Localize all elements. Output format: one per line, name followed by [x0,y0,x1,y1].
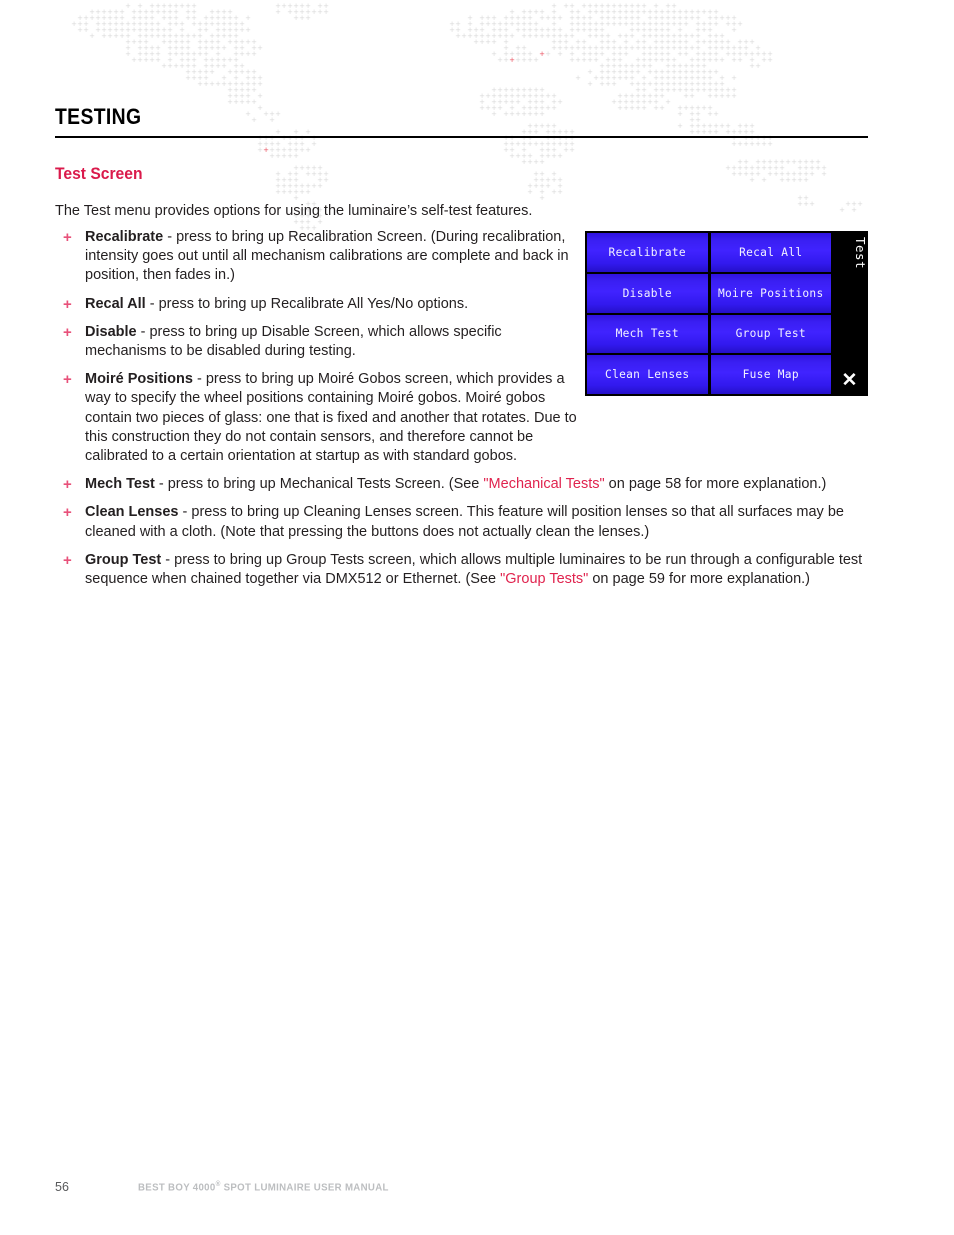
bullet-term: Recalibrate [85,229,164,245]
bullet-text: - press to bring up Mechanical Tests Scr… [154,476,484,493]
footer-brand: BEST BOY 4000 [138,1181,216,1194]
intro-paragraph: The Test menu provides options for using… [55,203,533,219]
plus-bullet-icon: + [63,229,72,246]
footer-subtitle: SPOT LUMINAIRE USER MANUAL [220,1181,389,1194]
cross-reference-link[interactable]: "Group Tests" [500,571,588,587]
bullet-item: + Recalibrate - press to bring up Recalib… [55,228,585,286]
bullet-term: Moiré Positions [85,371,193,388]
bullet-text: - press to bring up Recalibrate All Yes/… [145,295,469,312]
bullet-text: on page 59 for more explanation.) [588,571,811,588]
bullet-term: Clean Lenses [85,504,179,521]
bullet-term: Recal All [85,295,146,312]
plus-bullet-icon: + [63,323,72,341]
lcd-button-group-test[interactable]: Group Test [710,314,831,354]
plus-bullet-icon: + [63,371,72,389]
bullet-term: Mech Test [85,476,155,493]
lcd-button-mech-test[interactable]: Mech Test [587,314,708,354]
lcd-button-row: Disable Moire Positions [587,273,831,315]
lcd-button-recal-all[interactable]: Recal All [710,233,831,272]
lcd-button-clean-lenses[interactable]: Clean Lenses [587,355,708,394]
lcd-button-row: Clean Lenses Fuse Map [587,355,831,394]
manual-page: TESTING Test Screen The Test menu provid… [0,0,954,1235]
page-title: TESTING [55,104,142,129]
close-icon[interactable]: ✕ [831,371,868,390]
test-screen-lcd: Recalibrate Recal All Disable Moire Positio… [585,231,868,396]
cross-reference-link[interactable]: "Mechanical Tests" [483,476,604,492]
lcd-button-disable[interactable]: Disable [587,273,708,313]
plus-bullet-icon: + [63,551,72,569]
section-heading: Test Screen [55,164,143,183]
lcd-sidebar: Test ✕ [831,231,868,396]
lcd-button-recalibrate[interactable]: Recalibrate [587,233,708,272]
lcd-screen-title: Test [853,237,868,270]
footer-page-number: 56 [55,1180,69,1194]
bullet-term: Group Test [85,551,162,568]
title-divider [55,136,868,138]
lcd-button-row: Recalibrate Recal All [587,233,831,274]
bullet-text: - press to bring up Disable Screen, whic… [85,323,502,360]
bullet-text: - press to bring up Cleaning Lenses scre… [85,504,844,540]
bullet-term: Disable [85,323,137,340]
plus-bullet-icon: + [63,295,72,313]
lcd-button-moire-positions[interactable]: Moire Positions [710,273,831,313]
bullet-item: + Moiré Positions - press to bring up Moi… [55,370,585,466]
lcd-button-fuse-map[interactable]: Fuse Map [710,355,831,394]
plus-bullet-icon: + [63,476,72,494]
bullet-item: + Group Test - press to bring up Group Te… [55,551,880,589]
footer-manual-title: BEST BOY 4000® SPOT LUMINAIRE USER MANUA… [138,1181,389,1194]
bullet-item: + Recal All - press to bring up Recalibra… [55,295,585,314]
lcd-button-row: Mech Test Group Test [587,314,831,356]
plus-bullet-icon: + [63,504,72,522]
bullet-text: on page 58 for more explanation.) [604,476,827,493]
lcd-button-grid: Recalibrate Recal All Disable Moire Positio… [585,231,831,396]
bullet-item: + Mech Test - press to bring up Mechanica… [55,475,880,494]
bullet-item: + Clean Lenses - press to bring up Cleani… [55,503,880,541]
bullet-item: + Disable - press to bring up Disable Scr… [55,323,585,361]
